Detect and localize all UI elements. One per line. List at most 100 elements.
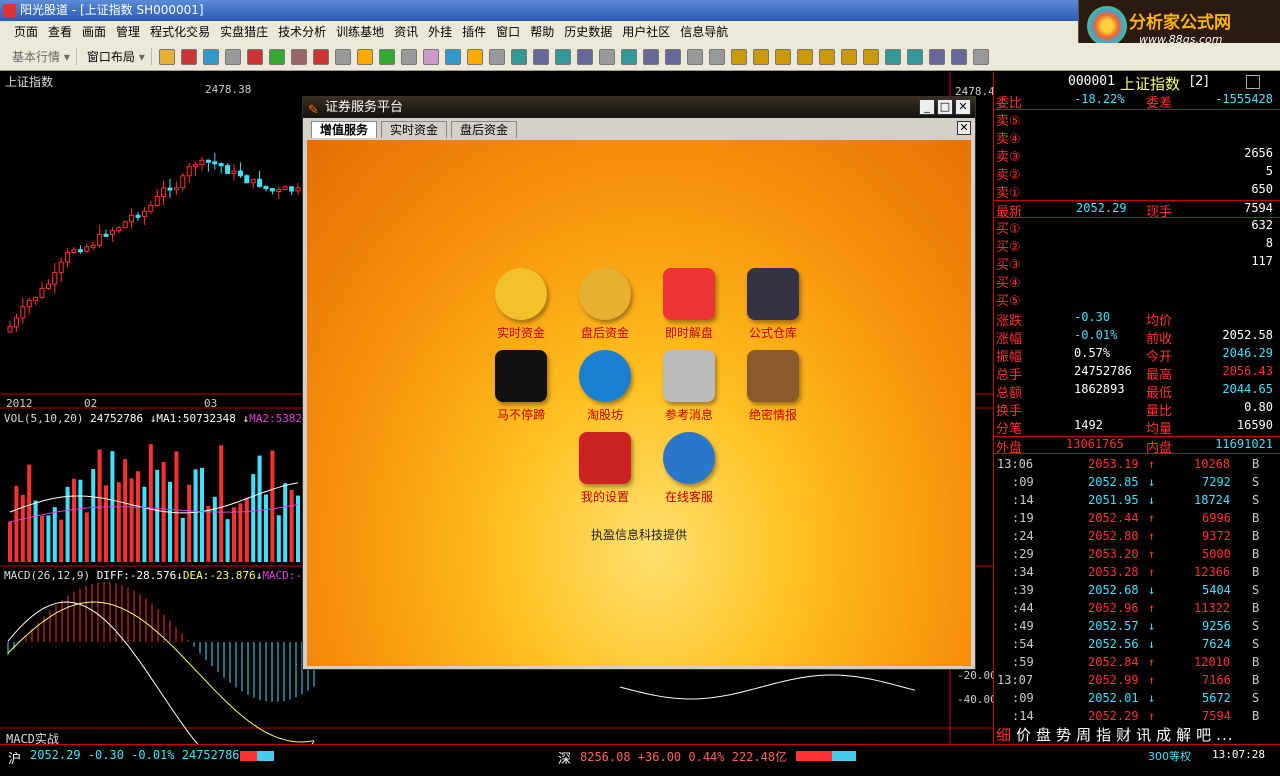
toolbar-button-icon[interactable]	[466, 48, 483, 65]
quote-tab[interactable]: 成	[1156, 726, 1172, 744]
toolbar-button-icon[interactable]	[708, 48, 725, 65]
minimize-button[interactable]: _	[919, 99, 935, 115]
toolbar-button-icon[interactable]	[686, 48, 703, 65]
toolbar-button-icon[interactable]	[598, 48, 615, 65]
menu-item[interactable]: 实盘猎庄	[220, 25, 268, 39]
toolbar-button-icon[interactable]	[180, 48, 197, 65]
index-selector[interactable]: 300等权	[1148, 748, 1191, 764]
settings-icon[interactable]	[1246, 75, 1260, 89]
toolbar-button-icon[interactable]	[972, 48, 989, 65]
support-person-icon	[663, 432, 715, 484]
quote-tab[interactable]: 指	[1096, 726, 1112, 744]
quote-tab[interactable]: 盘	[1036, 726, 1052, 744]
toolbar-button-icon[interactable]	[796, 48, 813, 65]
quote-tab[interactable]: 吧	[1196, 726, 1212, 744]
toolbar-button-icon[interactable]	[246, 48, 263, 65]
quote-tab[interactable]: 财	[1116, 726, 1132, 744]
toolbar-button-icon[interactable]	[488, 48, 505, 65]
toolbar-button-icon[interactable]	[818, 48, 835, 65]
service-briefcase[interactable]: 绝密情报	[733, 350, 813, 423]
menu-item[interactable]: 用户社区	[622, 25, 670, 39]
tick-arrow: ↑	[1148, 601, 1156, 615]
quote-tab[interactable]: ...	[1216, 726, 1233, 744]
toolbar-button-icon[interactable]	[906, 48, 923, 65]
tab-value-added[interactable]: 增值服务	[311, 121, 378, 138]
menu-item[interactable]: 插件	[462, 25, 486, 39]
tick-volume: 5672	[1202, 691, 1231, 705]
tick-row: :24 2052.80 ↑ 9372 B	[994, 528, 1280, 546]
toolbar-button-icon[interactable]	[774, 48, 791, 65]
quote-tab[interactable]: 周	[1076, 726, 1092, 744]
toolbar-button-icon[interactable]	[928, 48, 945, 65]
tab-after-hours-funds[interactable]: 盘后资金	[451, 121, 518, 138]
toolbar-button-icon[interactable]	[664, 48, 681, 65]
tab-realtime-funds[interactable]: 实时资金	[381, 121, 448, 138]
menu-item[interactable]: 技术分析	[278, 25, 326, 39]
layout-dropdown[interactable]: 窗口布局 ▾	[81, 48, 152, 65]
service-calculator[interactable]: 公式仓库	[733, 268, 813, 341]
toolbar-button-icon[interactable]	[334, 48, 351, 65]
tick-arrow: ↓	[1148, 493, 1156, 507]
service-wrench[interactable]: 我的设置	[565, 432, 645, 505]
toolbar-button-icon[interactable]	[884, 48, 901, 65]
toolbar-button-icon[interactable]	[576, 48, 593, 65]
toolbar-button-icon[interactable]	[400, 48, 417, 65]
menu-item[interactable]: 训练基地	[336, 25, 384, 39]
quote-tab[interactable]: 价	[1016, 726, 1032, 744]
menu-item[interactable]: 页面	[14, 25, 38, 39]
toolbar-button-icon[interactable]	[356, 48, 373, 65]
service-support-person[interactable]: 在线客服	[649, 432, 729, 505]
service-megaphone[interactable]: 即时解盘	[649, 268, 729, 341]
close-button[interactable]: ✕	[955, 99, 971, 115]
toolbar-button-icon[interactable]	[158, 48, 175, 65]
toolbar-button-icon[interactable]	[268, 48, 285, 65]
toolbar-button-icon[interactable]	[620, 48, 637, 65]
service-coins-stack[interactable]: 盘后资金	[565, 268, 645, 341]
menu-item[interactable]: 历史数据	[564, 25, 612, 39]
menu-item[interactable]: 资讯	[394, 25, 418, 39]
toolbar-button-icon[interactable]	[950, 48, 967, 65]
menu-item[interactable]: 画面	[82, 25, 106, 39]
tick-row: :54 2052.56 ↓ 7624 S	[994, 636, 1280, 654]
toolbar-button-icon[interactable]	[290, 48, 307, 65]
toolbar-button-icon[interactable]	[642, 48, 659, 65]
toolbar-button-icon[interactable]	[510, 48, 527, 65]
toolbar-button-icon[interactable]	[224, 48, 241, 65]
quote-tab[interactable]: 讯	[1136, 726, 1152, 744]
service-magnifier[interactable]: 淘股坊	[565, 350, 645, 423]
toolbar-button-icon[interactable]	[730, 48, 747, 65]
toolbar-button-icon[interactable]	[862, 48, 879, 65]
tick-side: B	[1252, 565, 1260, 579]
quote-tab[interactable]: 细	[996, 726, 1012, 744]
menu-item[interactable]: 程式化交易	[150, 25, 210, 39]
menu-item[interactable]: 信息导航	[680, 25, 728, 39]
service-coins-arrow[interactable]: 实时资金	[481, 268, 561, 341]
stat-label: 振幅	[996, 350, 1023, 365]
quote-tab[interactable]: 解	[1176, 726, 1192, 744]
toolbar-button-icon[interactable]	[554, 48, 571, 65]
toolbar-button-icon[interactable]	[422, 48, 439, 65]
menu-item[interactable]: 帮助	[530, 25, 554, 39]
quote-tab[interactable]: 势	[1056, 726, 1072, 744]
toolbar-button-icon[interactable]	[532, 48, 549, 65]
service-newspaper[interactable]: 参考消息	[649, 350, 729, 423]
quote-row: 振幅 0.57% 今开 2046.29	[994, 346, 1280, 365]
menu-item[interactable]: 管理	[116, 25, 140, 39]
menu-item[interactable]: 外挂	[428, 25, 452, 39]
toolbar-button-icon[interactable]	[840, 48, 857, 65]
mode-dropdown[interactable]: 基本行情 ▾	[6, 48, 77, 65]
toolbar-button-icon[interactable]	[378, 48, 395, 65]
tick-side: B	[1252, 511, 1260, 525]
coins-arrow-icon	[495, 268, 547, 320]
menu-item[interactable]: 窗口	[496, 25, 520, 39]
maximize-button[interactable]: □	[937, 99, 953, 115]
toolbar-button-icon[interactable]	[202, 48, 219, 65]
sh-label: 沪	[8, 752, 22, 767]
toolbar-button-icon[interactable]	[312, 48, 329, 65]
toolbar-button-icon[interactable]	[752, 48, 769, 65]
tab-close-button[interactable]: ✕	[957, 121, 971, 135]
stat-value: 1492	[1074, 418, 1103, 432]
menu-item[interactable]: 查看	[48, 25, 72, 39]
toolbar-button-icon[interactable]	[444, 48, 461, 65]
service-horse[interactable]: 马不停蹄	[481, 350, 561, 423]
